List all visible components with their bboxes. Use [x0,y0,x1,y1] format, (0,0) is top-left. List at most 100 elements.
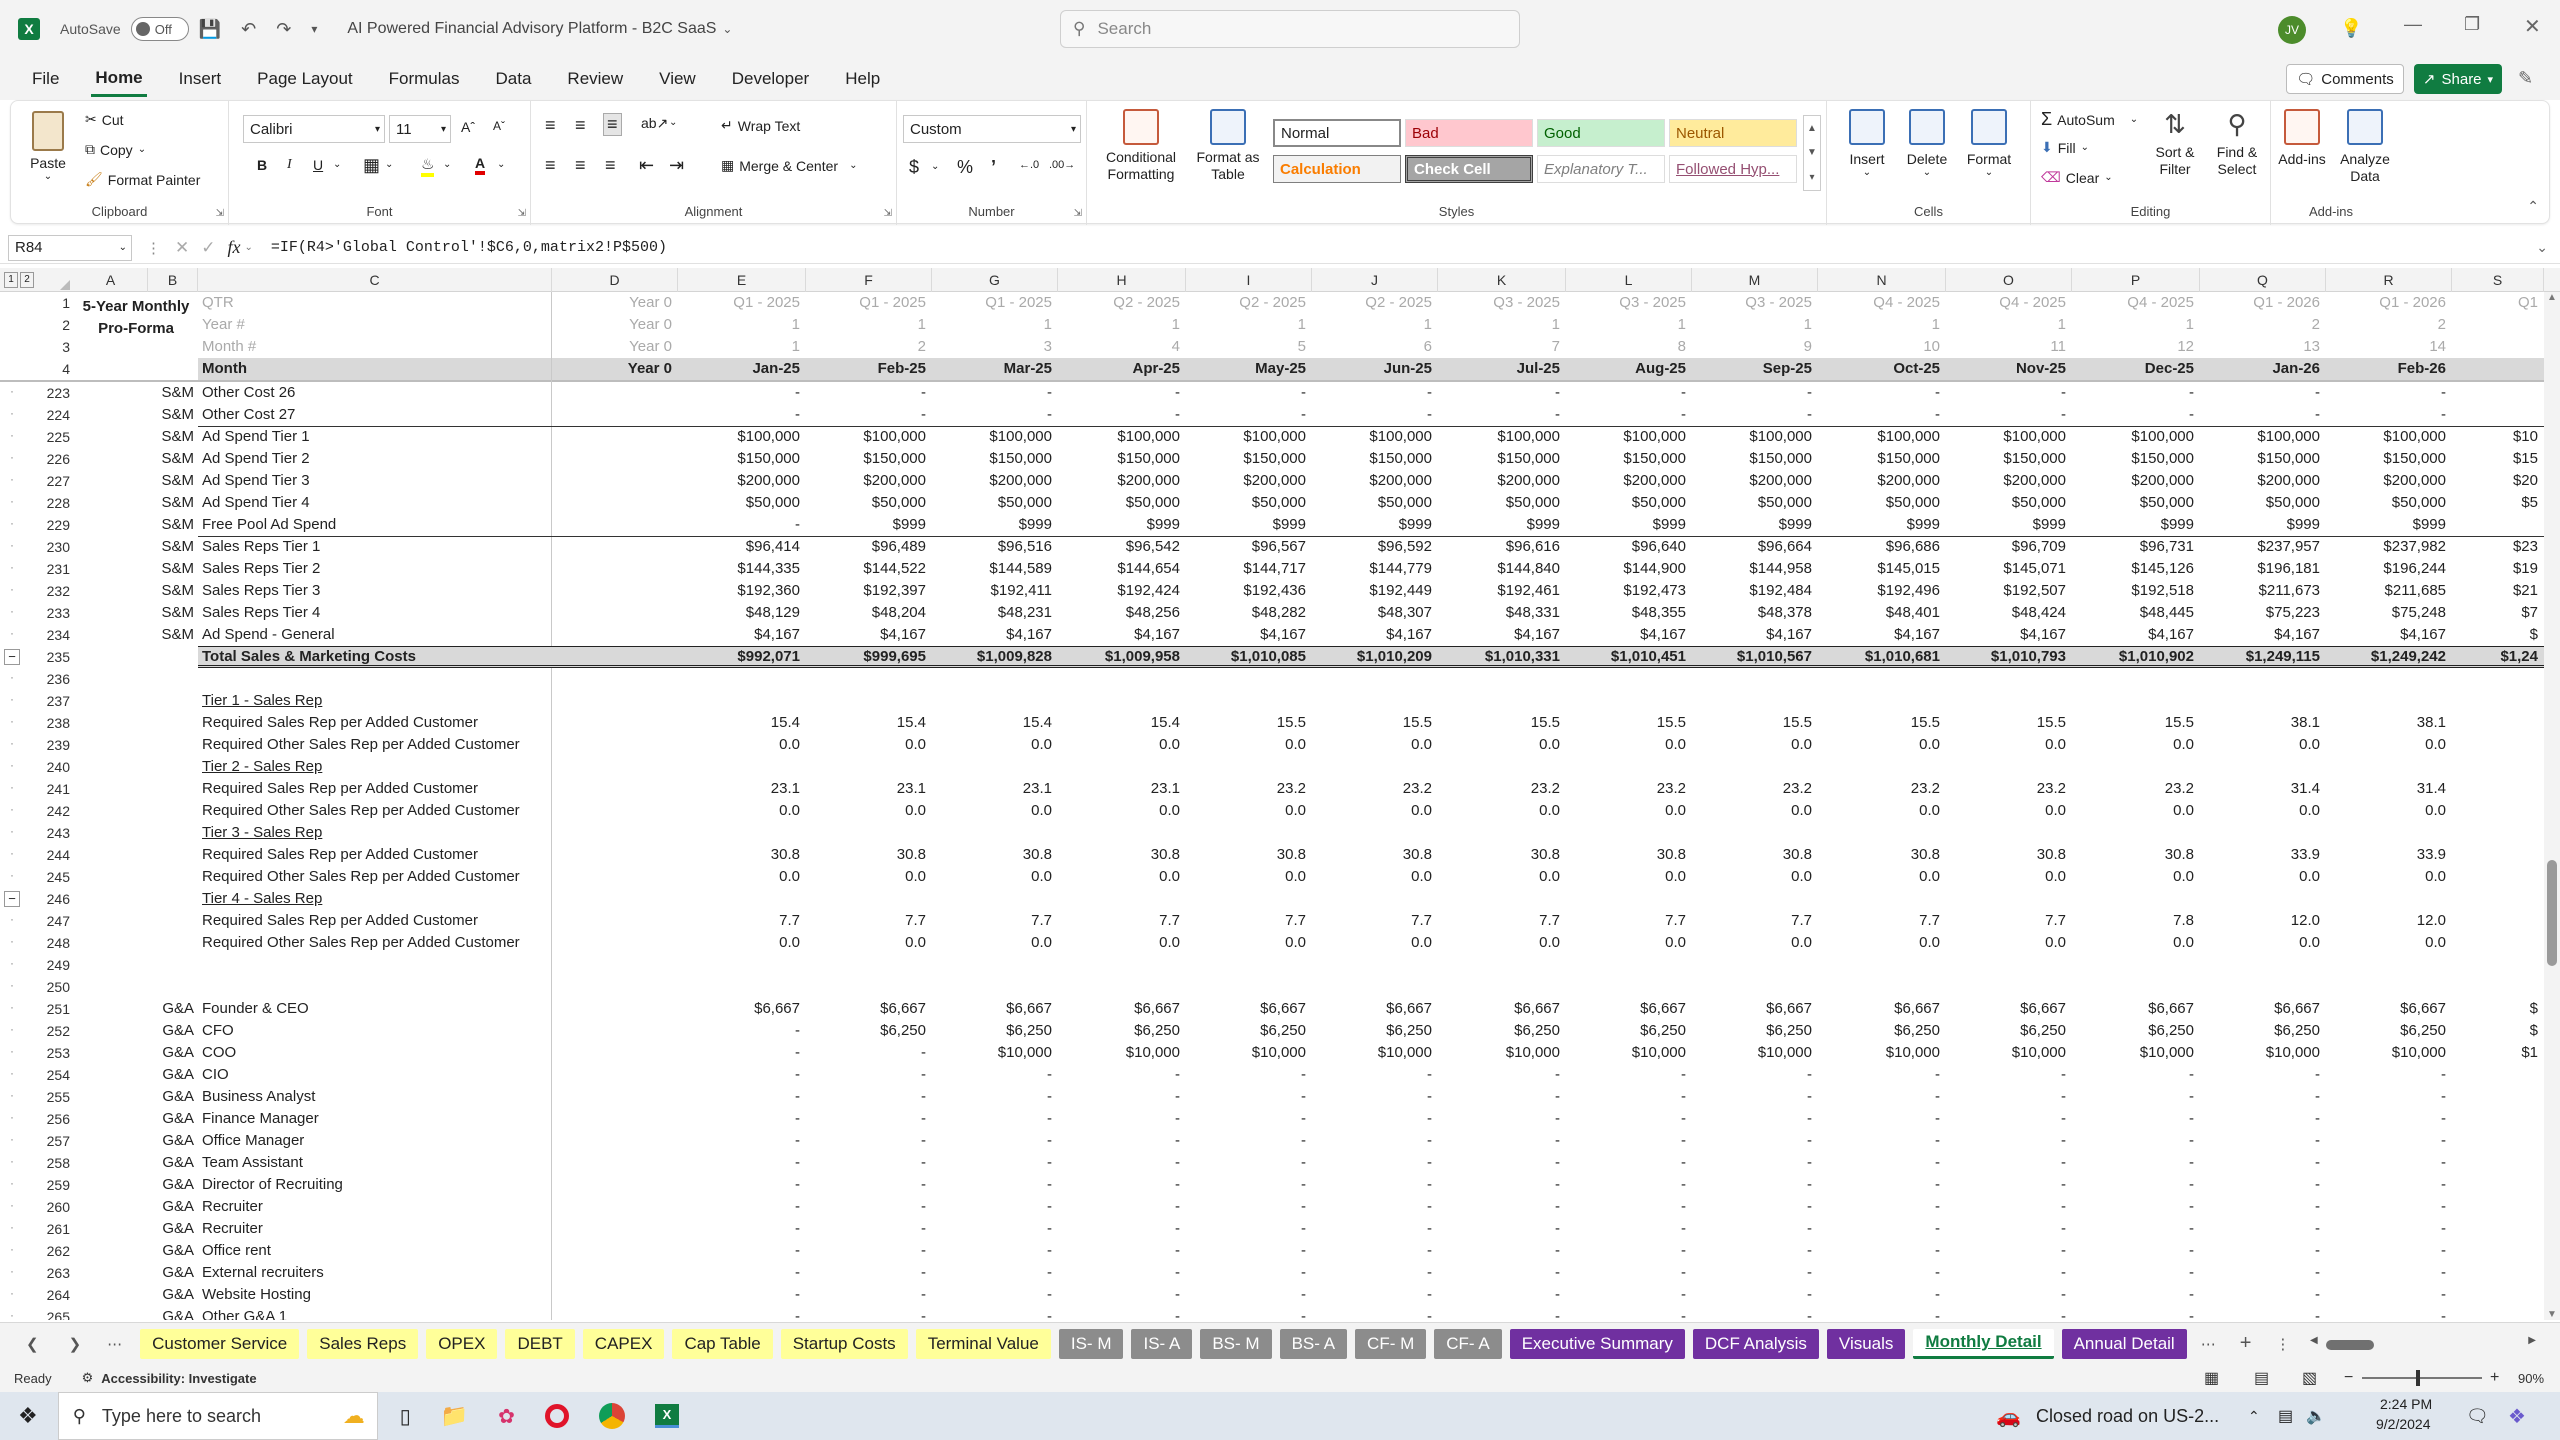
value-cell[interactable]: 23.2 [1946,778,2072,800]
segment-cell[interactable] [148,712,198,734]
value-cell[interactable]: 0.0 [806,800,932,822]
value-cell[interactable]: $4,167 [1438,624,1566,646]
value-cell[interactable]: 30.8 [1058,844,1186,866]
outline-level-1-button[interactable]: 1 [4,272,18,288]
value-cell[interactable]: $6,667 [2326,998,2452,1020]
value-cell[interactable]: - [1566,1086,1692,1108]
value-cell[interactable]: - [1438,1064,1566,1086]
value-cell[interactable]: - [806,1284,932,1306]
value-cell[interactable]: - [2200,1306,2326,1320]
find-select-button[interactable]: ⚲ Find & Select [2207,109,2267,178]
value-cell[interactable]: $6,250 [1692,1020,1818,1042]
enter-icon[interactable]: ✓ [201,238,215,258]
font-color-icon[interactable]: A [475,155,486,175]
row-header[interactable]: 2 [32,314,74,336]
row-header[interactable]: 230 [32,536,74,558]
value-cell[interactable]: 30.8 [806,844,932,866]
style-followed-hyperlink[interactable]: Followed Hyp... [1669,155,1797,183]
value-cell[interactable]: 15.5 [1566,712,1692,734]
value-cell[interactable]: - [2072,1284,2200,1306]
value-cell[interactable]: $200,000 [806,470,932,492]
value-cell[interactable]: - [2326,1064,2452,1086]
value-cell[interactable]: $48,256 [1058,602,1186,624]
value-cell[interactable]: $144,522 [806,558,932,580]
year0-cell[interactable] [552,1108,678,1130]
value-cell[interactable]: $200,000 [1566,470,1692,492]
year0-cell[interactable] [552,800,678,822]
value-cell[interactable]: $50,000 [678,492,806,514]
header-value-cell[interactable]: 1 [1946,314,2072,336]
value-cell[interactable]: - [678,1306,806,1320]
value-cell[interactable]: $4,167 [1566,624,1692,646]
value-cell[interactable]: $200,000 [1058,470,1186,492]
value-cell[interactable]: $144,958 [1692,558,1818,580]
outline-level-2-button[interactable]: 2 [20,272,34,288]
value-cell[interactable]: $1,010,085 [1186,646,1312,668]
segment-cell[interactable]: G&A [148,1196,198,1218]
value-cell[interactable]: - [932,1064,1058,1086]
value-cell[interactable]: $6,250 [1438,1020,1566,1042]
year0-cell[interactable] [552,1152,678,1174]
value-cell[interactable]: 15.4 [678,712,806,734]
sheet-tab-dcf-analysis[interactable]: DCF Analysis [1692,1328,1819,1359]
cut-button[interactable]: ✂ Cut [85,111,124,128]
value-cell[interactable]: 0.0 [1692,800,1818,822]
year0-cell[interactable] [552,1086,678,1108]
value-cell[interactable]: $48,355 [1566,602,1692,624]
value-cell[interactable]: $5 [2452,492,2544,514]
value-cell[interactable]: $150,000 [806,448,932,470]
value-cell[interactable]: 15.5 [1946,712,2072,734]
value-cell[interactable]: 0.0 [2200,734,2326,756]
value-cell[interactable]: $1,249,242 [2326,646,2452,668]
value-cell[interactable]: - [1692,382,1818,404]
value-cell[interactable]: $200,000 [2200,470,2326,492]
zoom-slider-thumb[interactable] [2416,1370,2420,1386]
line-item-cell[interactable]: Sales Reps Tier 4 [198,602,552,624]
header-year0-cell[interactable]: Year 0 [552,358,678,380]
value-cell[interactable]: 0.0 [1058,866,1186,888]
italic-icon[interactable]: I [287,157,292,173]
year0-cell[interactable] [552,734,678,756]
segment-cell[interactable] [148,734,198,756]
menu-page-layout[interactable]: Page Layout [253,63,356,95]
font-name-select[interactable]: Calibri ▾ [243,115,385,143]
header-value-cell[interactable]: Q1 - 2026 [2200,292,2326,314]
value-cell[interactable]: $6,250 [806,1020,932,1042]
value-cell[interactable]: $196,181 [2200,558,2326,580]
line-item-cell[interactable]: Ad Spend Tier 4 [198,492,552,514]
value-cell[interactable]: $999 [806,514,932,536]
row-header[interactable]: 229 [32,514,74,536]
window-title[interactable]: AI Powered Financial Advisory Platform -… [347,20,716,38]
value-cell[interactable] [2452,1108,2544,1130]
value-cell[interactable]: $145,015 [1818,558,1946,580]
row-header[interactable]: 233 [32,602,74,624]
value-cell[interactable]: $4,167 [2326,624,2452,646]
value-cell[interactable]: $150,000 [1312,448,1438,470]
value-cell[interactable]: $10,000 [1692,1042,1818,1064]
value-cell[interactable]: $100,000 [2200,426,2326,448]
close-icon[interactable]: ✕ [2524,14,2541,39]
value-cell[interactable]: $192,360 [678,580,806,602]
zoom-slider[interactable] [2362,1370,2482,1386]
value-cell[interactable] [2452,1306,2544,1320]
header-value-cell[interactable]: Mar-25 [932,358,1058,380]
year0-cell[interactable] [552,580,678,602]
row-header[interactable]: 246 [32,888,74,910]
year0-cell[interactable] [552,1130,678,1152]
header-value-cell[interactable]: Q4 - 2025 [2072,292,2200,314]
value-cell[interactable]: 7.7 [1818,910,1946,932]
value-cell[interactable]: 7.7 [678,910,806,932]
value-cell[interactable]: $200,000 [1692,470,1818,492]
sheet-tab-visuals[interactable]: Visuals [1826,1328,1906,1359]
value-cell[interactable]: - [1058,1262,1186,1284]
decrease-decimal-icon[interactable]: .00→ [1049,159,1075,171]
sort-filter-button[interactable]: ⇅ Sort & Filter [2147,109,2203,178]
value-cell[interactable]: - [1438,1196,1566,1218]
year0-cell[interactable] [552,514,678,536]
value-cell[interactable]: $48,401 [1818,602,1946,624]
value-cell[interactable]: $10,000 [1312,1042,1438,1064]
row-header[interactable]: 254 [32,1064,74,1086]
value-cell[interactable]: - [806,404,932,426]
value-cell[interactable]: - [1058,1086,1186,1108]
value-cell[interactable] [2452,1284,2544,1306]
